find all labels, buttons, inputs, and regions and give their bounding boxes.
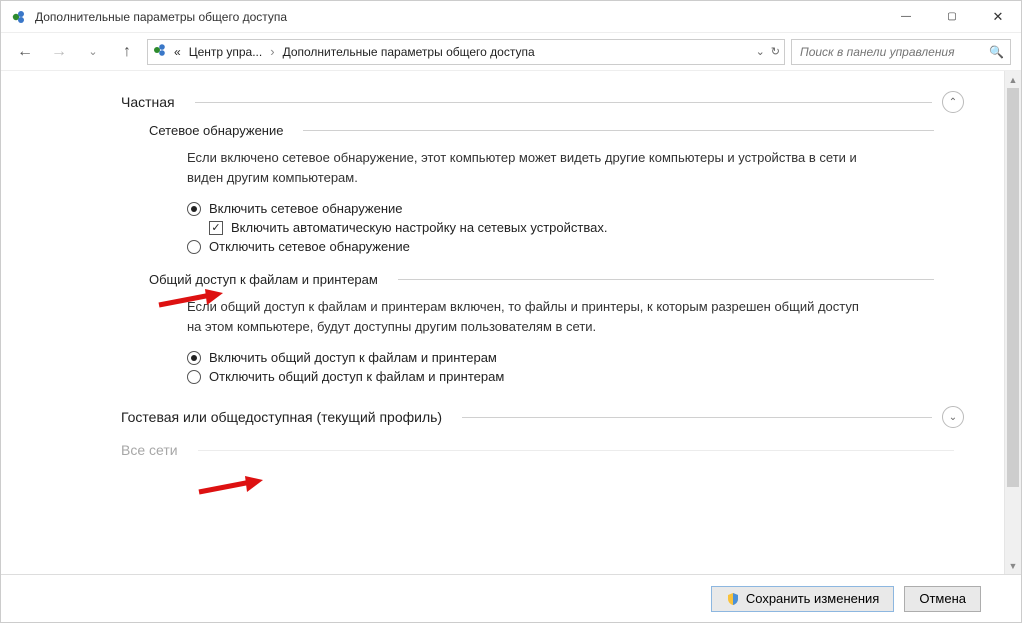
navbar: ← → ⌄ ↑ « Центр упра... › Дополнительные… (1, 33, 1021, 71)
content-area: Частная ⌃ Сетевое обнаружение Если включ… (1, 71, 1021, 622)
checkbox-icon[interactable]: ✓ (209, 221, 223, 235)
divider (462, 417, 932, 418)
window-controls: — ▢ ✕ (883, 1, 1021, 33)
radio-icon[interactable] (187, 351, 201, 365)
radio-icon[interactable] (187, 370, 201, 384)
radio-label: Включить сетевое обнаружение (209, 201, 403, 216)
profile-all-header[interactable]: Все сети (121, 442, 1004, 458)
profile-private-header[interactable]: Частная ⌃ (121, 91, 1004, 113)
vertical-scrollbar[interactable]: ▲ ▼ (1004, 71, 1021, 574)
subsection-header: Сетевое обнаружение (149, 123, 944, 138)
scroll-area: Частная ⌃ Сетевое обнаружение Если включ… (1, 71, 1004, 574)
cancel-button[interactable]: Отмена (904, 586, 981, 612)
address-dropdown-icon[interactable]: ⌄ (756, 45, 765, 58)
divider (303, 130, 934, 131)
file-sharing-title: Общий доступ к файлам и принтерам (149, 272, 378, 287)
window-title: Дополнительные параметры общего доступа (35, 10, 883, 24)
shield-icon (726, 592, 740, 606)
titlebar: Дополнительные параметры общего доступа … (1, 1, 1021, 33)
radio-label: Отключить сетевое обнаружение (209, 239, 410, 254)
scroll-down-button[interactable]: ▼ (1005, 557, 1021, 574)
profile-guest-title: Гостевая или общедоступная (текущий проф… (121, 409, 442, 425)
section-network-discovery: Сетевое обнаружение Если включено сетево… (149, 123, 1004, 254)
maximize-button[interactable]: ▢ (929, 1, 975, 33)
app-icon (11, 9, 27, 25)
network-discovery-title: Сетевое обнаружение (149, 123, 283, 138)
address-icon (152, 42, 168, 61)
collapse-icon[interactable]: ⌃ (942, 91, 964, 113)
save-button-label: Сохранить изменения (746, 591, 880, 606)
expand-icon[interactable]: ⌄ (942, 406, 964, 428)
nav-history-dropdown[interactable]: ⌄ (79, 38, 107, 66)
scroll-thumb[interactable] (1007, 88, 1019, 487)
radio-file-sharing-on[interactable]: Включить общий доступ к файлам и принтер… (187, 350, 944, 365)
section-file-sharing: Общий доступ к файлам и принтерам Если о… (149, 272, 1004, 384)
radio-icon[interactable] (187, 202, 201, 216)
search-box[interactable]: 🔍 (791, 39, 1011, 65)
footer: Сохранить изменения Отмена (1, 574, 1021, 622)
divider (398, 279, 934, 280)
radio-icon[interactable] (187, 240, 201, 254)
profile-private-title: Частная (121, 94, 175, 110)
network-discovery-desc: Если включено сетевое обнаружение, этот … (187, 148, 867, 187)
minimize-button[interactable]: — (883, 1, 929, 33)
subsection-header: Общий доступ к файлам и принтерам (149, 272, 944, 287)
nav-back-button[interactable]: ← (11, 38, 39, 66)
address-bar[interactable]: « Центр упра... › Дополнительные парамет… (147, 39, 785, 65)
nav-forward-button[interactable]: → (45, 38, 73, 66)
nav-up-button[interactable]: ↑ (113, 38, 141, 66)
scroll-up-button[interactable]: ▲ (1005, 71, 1021, 88)
search-icon[interactable]: 🔍 (989, 45, 1004, 59)
divider (195, 102, 932, 103)
breadcrumb-item-2[interactable]: Дополнительные параметры общего доступа (281, 45, 537, 59)
scroll-track[interactable] (1005, 88, 1021, 557)
save-button[interactable]: Сохранить изменения (711, 586, 895, 612)
checkbox-auto-setup[interactable]: ✓ Включить автоматическую настройку на с… (209, 220, 944, 235)
radio-file-sharing-off[interactable]: Отключить общий доступ к файлам и принте… (187, 369, 944, 384)
cancel-button-label: Отмена (919, 591, 966, 606)
radio-network-discovery-off[interactable]: Отключить сетевое обнаружение (187, 239, 944, 254)
breadcrumb-prefix[interactable]: « (172, 45, 183, 59)
radio-label: Отключить общий доступ к файлам и принте… (209, 369, 504, 384)
radio-network-discovery-on[interactable]: Включить сетевое обнаружение (187, 201, 944, 216)
checkbox-label: Включить автоматическую настройку на сет… (231, 220, 607, 235)
breadcrumb-item-1[interactable]: Центр упра... (187, 45, 265, 59)
profile-all-title: Все сети (121, 442, 178, 458)
divider (198, 450, 954, 451)
annotation-arrow-icon (197, 474, 267, 498)
window-root: Дополнительные параметры общего доступа … (0, 0, 1022, 623)
profile-guest-header[interactable]: Гостевая или общедоступная (текущий проф… (121, 406, 1004, 428)
search-input[interactable] (798, 44, 989, 60)
breadcrumb-sep-icon: › (268, 44, 276, 59)
file-sharing-desc: Если общий доступ к файлам и принтерам в… (187, 297, 867, 336)
radio-label: Включить общий доступ к файлам и принтер… (209, 350, 497, 365)
close-button[interactable]: ✕ (975, 1, 1021, 33)
refresh-button[interactable]: ↻ (771, 45, 780, 58)
